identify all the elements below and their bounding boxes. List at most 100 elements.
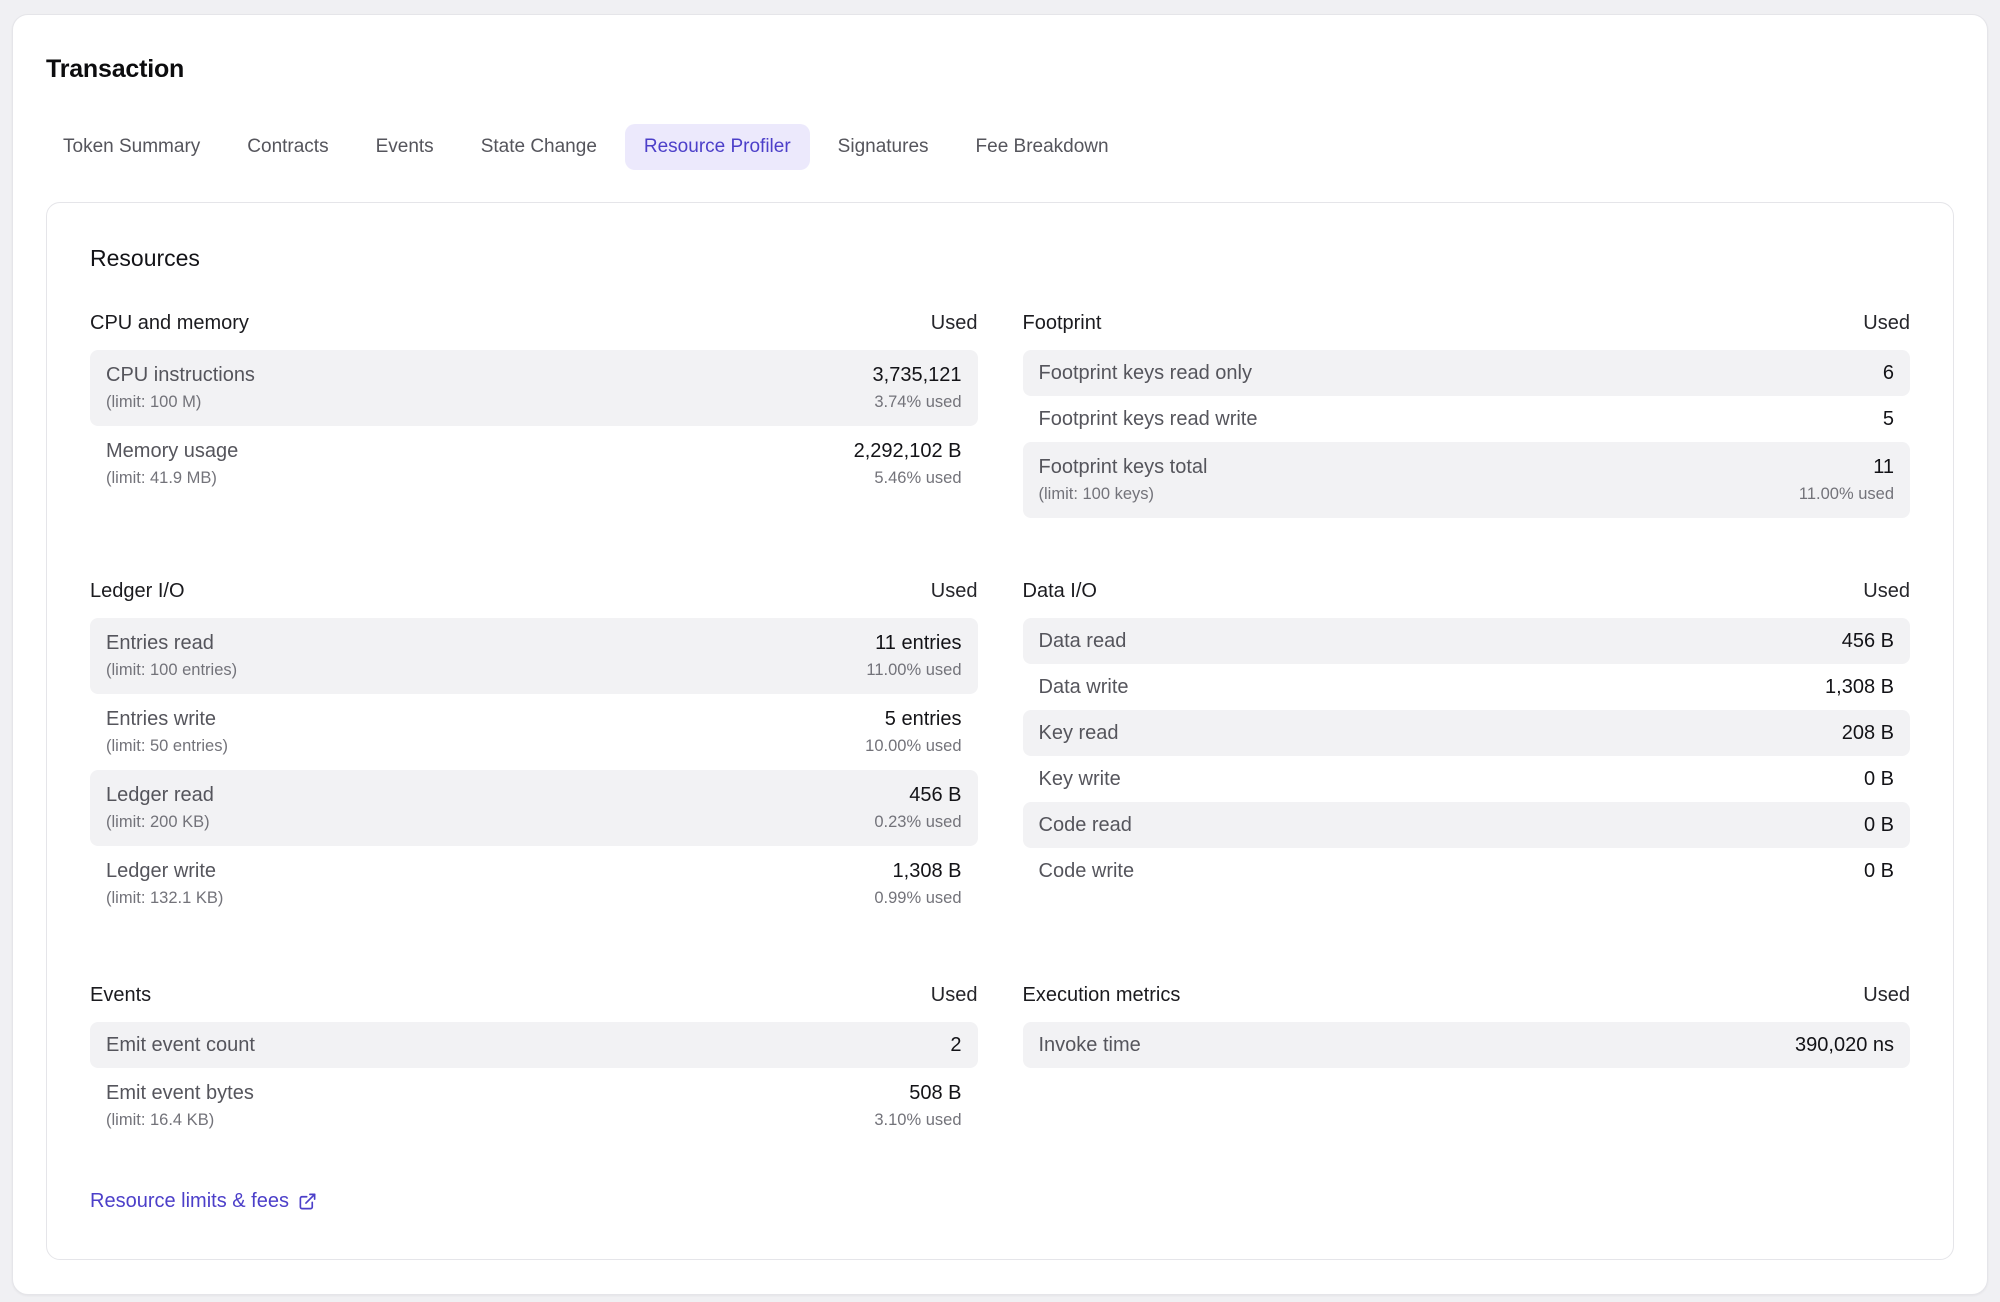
- resource-row: Ledger write (limit: 132.1 KB) 1,308 B 0…: [90, 846, 978, 922]
- resource-limits-fees-link[interactable]: Resource limits & fees: [90, 1190, 317, 1213]
- resource-limits-fees-link-label: Resource limits & fees: [90, 1190, 289, 1213]
- row-percent-used: 3.10% used: [874, 1108, 961, 1132]
- row-label: Key read: [1039, 720, 1119, 746]
- row-value: 11 entries: [866, 630, 961, 656]
- row-value: 5: [1883, 406, 1894, 432]
- resource-row: Key write 0 B: [1023, 756, 1911, 802]
- resource-row: Code read 0 B: [1023, 802, 1911, 848]
- tab-token-summary[interactable]: Token Summary: [63, 136, 200, 158]
- row-label: Footprint keys total: [1039, 454, 1208, 480]
- used-column-label: Used: [931, 984, 978, 1007]
- row-value: 508 B: [874, 1080, 961, 1106]
- section-ledger-io: Ledger I/O Used Entries read (limit: 100…: [90, 580, 978, 922]
- section-name: Execution metrics: [1023, 984, 1181, 1007]
- page-title: Transaction: [46, 15, 1954, 84]
- row-value: 2: [950, 1032, 961, 1058]
- row-value: 0 B: [1864, 766, 1894, 792]
- row-limit: (limit: 100 entries): [106, 658, 237, 682]
- row-label: Data write: [1039, 674, 1129, 700]
- row-label: Footprint keys read only: [1039, 360, 1252, 386]
- section-name: Ledger I/O: [90, 580, 185, 603]
- row-label: Ledger write: [106, 858, 223, 884]
- resource-row: Entries write (limit: 50 entries) 5 entr…: [90, 694, 978, 770]
- row-label: Footprint keys read write: [1039, 406, 1258, 432]
- row-limit: (limit: 50 entries): [106, 734, 228, 758]
- used-column-label: Used: [1863, 312, 1910, 335]
- row-value: 1,308 B: [1825, 674, 1894, 700]
- tab-events[interactable]: Events: [376, 136, 434, 158]
- section-name: CPU and memory: [90, 312, 249, 335]
- resources-grid: CPU and memory Used CPU instructions (li…: [90, 312, 1910, 1213]
- tab-contracts[interactable]: Contracts: [247, 136, 328, 158]
- row-label: Code read: [1039, 812, 1132, 838]
- used-column-label: Used: [1863, 580, 1910, 603]
- row-limit: (limit: 100 keys): [1039, 482, 1208, 506]
- tab-state-change[interactable]: State Change: [481, 136, 597, 158]
- row-percent-used: 5.46% used: [854, 466, 962, 490]
- resource-row: Code write 0 B: [1023, 848, 1911, 894]
- resource-row: Footprint keys total (limit: 100 keys) 1…: [1023, 442, 1911, 518]
- row-label: CPU instructions: [106, 362, 255, 388]
- row-value: 456 B: [874, 782, 961, 808]
- section-name: Footprint: [1023, 312, 1102, 335]
- row-value: 0 B: [1864, 812, 1894, 838]
- row-value: 1,308 B: [874, 858, 961, 884]
- row-value: 0 B: [1864, 858, 1894, 884]
- row-value: 5 entries: [865, 706, 961, 732]
- row-label: Invoke time: [1039, 1032, 1141, 1058]
- row-percent-used: 0.23% used: [874, 810, 961, 834]
- resource-row: Emit event bytes (limit: 16.4 KB) 508 B …: [90, 1068, 978, 1144]
- resources-panel-title: Resources: [90, 245, 1910, 272]
- resource-row: Footprint keys read only 6: [1023, 350, 1911, 396]
- row-value: 3,735,121: [873, 362, 962, 388]
- resource-row: Emit event count 2: [90, 1022, 978, 1068]
- resources-panel: Resources CPU and memory Used CPU instru…: [46, 202, 1954, 1260]
- section-name: Events: [90, 984, 151, 1007]
- row-percent-used: 11.00% used: [866, 658, 961, 682]
- row-limit: (limit: 132.1 KB): [106, 886, 223, 910]
- row-value: 390,020 ns: [1795, 1032, 1894, 1058]
- used-column-label: Used: [931, 580, 978, 603]
- tab-bar: Token Summary Contracts Events State Cha…: [46, 122, 1954, 172]
- row-percent-used: 10.00% used: [865, 734, 961, 758]
- section-events: Events Used Emit event count 2 Emit even…: [90, 984, 978, 1213]
- row-limit: (limit: 100 M): [106, 390, 255, 414]
- resource-row: Invoke time 390,020 ns: [1023, 1022, 1911, 1068]
- row-label: Ledger read: [106, 782, 214, 808]
- used-column-label: Used: [931, 312, 978, 335]
- resource-row: Key read 208 B: [1023, 710, 1911, 756]
- transaction-card: Transaction Token Summary Contracts Even…: [12, 14, 1988, 1295]
- tab-resource-profiler[interactable]: Resource Profiler: [625, 124, 810, 170]
- row-value: 456 B: [1842, 628, 1894, 654]
- resource-row: Data write 1,308 B: [1023, 664, 1911, 710]
- row-label: Emit event bytes: [106, 1080, 254, 1106]
- section-name: Data I/O: [1023, 580, 1097, 603]
- row-value: 2,292,102 B: [854, 438, 962, 464]
- row-label: Key write: [1039, 766, 1121, 792]
- row-percent-used: 0.99% used: [874, 886, 961, 910]
- row-limit: (limit: 41.9 MB): [106, 466, 238, 490]
- row-label: Code write: [1039, 858, 1135, 884]
- row-label: Entries read: [106, 630, 237, 656]
- row-value: 6: [1883, 360, 1894, 386]
- section-data-io: Data I/O Used Data read 456 B Data write…: [1023, 580, 1911, 894]
- row-label: Emit event count: [106, 1032, 255, 1058]
- row-label: Memory usage: [106, 438, 238, 464]
- tab-signatures[interactable]: Signatures: [838, 136, 929, 158]
- row-limit: (limit: 16.4 KB): [106, 1108, 254, 1132]
- external-link-icon: [298, 1192, 317, 1211]
- resource-row: Data read 456 B: [1023, 618, 1911, 664]
- section-footprint: Footprint Used Footprint keys read only …: [1023, 312, 1911, 518]
- resource-row: Entries read (limit: 100 entries) 11 ent…: [90, 618, 978, 694]
- row-value: 11: [1799, 454, 1894, 480]
- row-percent-used: 3.74% used: [873, 390, 962, 414]
- row-label: Data read: [1039, 628, 1127, 654]
- resource-row: CPU instructions (limit: 100 M) 3,735,12…: [90, 350, 978, 426]
- section-cpu-and-memory: CPU and memory Used CPU instructions (li…: [90, 312, 978, 502]
- row-limit: (limit: 200 KB): [106, 810, 214, 834]
- resource-row: Footprint keys read write 5: [1023, 396, 1911, 442]
- resource-row: Memory usage (limit: 41.9 MB) 2,292,102 …: [90, 426, 978, 502]
- tab-fee-breakdown[interactable]: Fee Breakdown: [976, 136, 1109, 158]
- row-label: Entries write: [106, 706, 228, 732]
- row-percent-used: 11.00% used: [1799, 482, 1894, 506]
